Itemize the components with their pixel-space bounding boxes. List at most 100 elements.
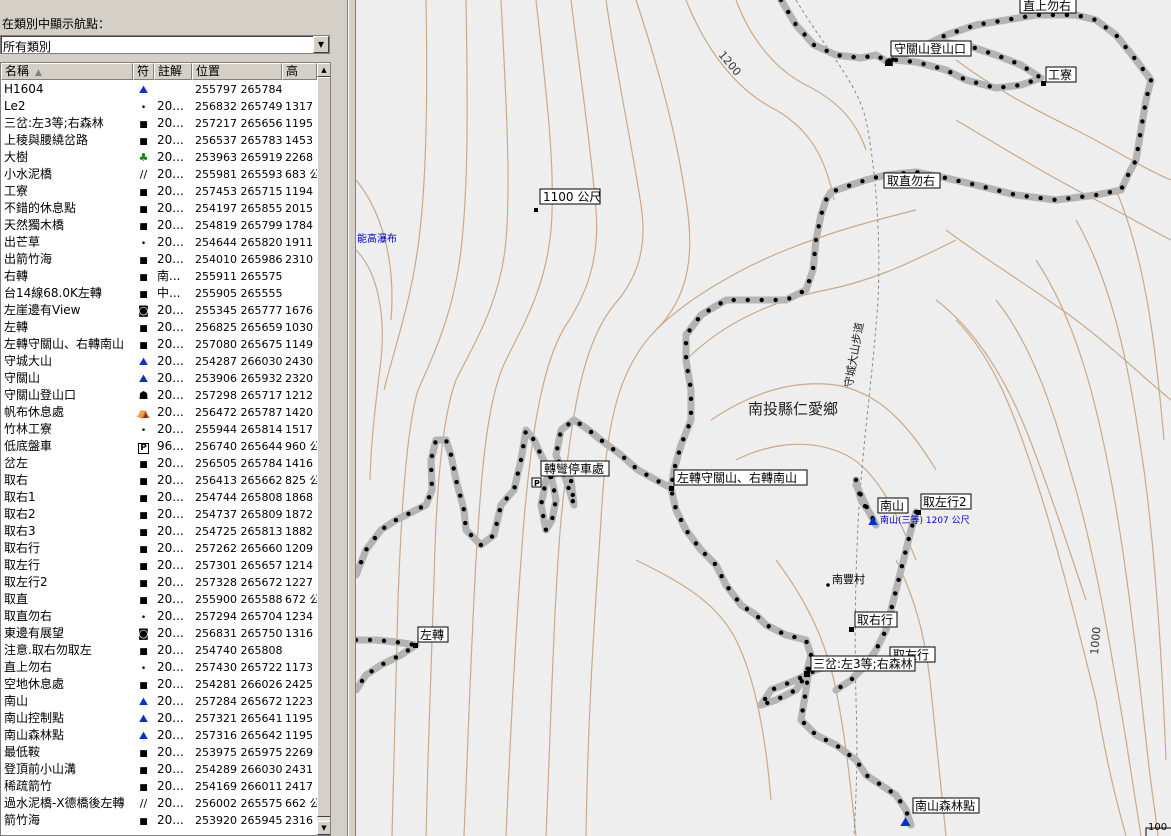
waypoint-row[interactable]: 工寮 ■ 20... 257453 2657151 1194 [1, 183, 317, 200]
vertical-scrollbar[interactable]: ▲ ▼ [317, 63, 330, 835]
waypoint-row[interactable]: 竹林工寮 • 20... 255944 2658145 1517 [1, 421, 317, 438]
column-header-name[interactable]: 名稱 ▲ [1, 63, 133, 80]
track-point [359, 678, 365, 684]
waypoint-row[interactable]: Le2 • 20... 256832 2657498 1317 [1, 98, 317, 115]
track-point [489, 534, 495, 539]
waypoint-row[interactable]: 台14線68.0K左轉 ■ 中... 255905 2655559 [1, 285, 317, 302]
waypoint-row[interactable]: 取左行 ■ 20... 257301 2656575 1214 [1, 557, 317, 574]
waypoint-row[interactable]: 直上勿右 • 20... 257430 2657221 1173 [1, 659, 317, 676]
track-point [568, 478, 574, 484]
waypoint-row[interactable]: 出芒草 • 20... 254644 2658204 1911 [1, 234, 317, 251]
waypoint-row[interactable]: 低底盤車 P 96... 256740 2656448 960 公 [1, 438, 317, 455]
map-waypoint-1100[interactable]: 1100 公尺 [534, 188, 601, 212]
waypoint-name: 大樹 [4, 150, 29, 164]
waypoint-name: 左轉 [4, 320, 29, 334]
waypoint-name: 竹林工寮 [4, 422, 53, 436]
waypoint-row[interactable]: 取直勿右 • 20... 257294 2657046 1234 [1, 608, 317, 625]
waypoint-name: 取左行2 [4, 575, 48, 589]
waypoint-row[interactable]: 東邊有展望 ◙ 20... 256831 2657500 1316 [1, 625, 317, 642]
track-point [819, 210, 824, 215]
waypoint-row[interactable]: 南山控制點 ⛰ 20... 257321 2656418 1195 [1, 710, 317, 727]
map-waypoint-take-left2[interactable]: 取左行2 [916, 493, 972, 515]
track-point [837, 53, 842, 58]
track-point [873, 175, 879, 180]
waypoint-row[interactable]: 不錯的休息點 ■ 20... 254197 2658556 2015 [1, 200, 317, 217]
waypoint-comment: 20... [157, 201, 184, 215]
scrollbar-thumb[interactable] [317, 77, 330, 817]
waypoint-list[interactable]: 名稱 ▲ 符 註解 位置 高 H1604 ⛰ 255797 2657845 Le2 • 20… [0, 62, 331, 836]
waypoint-row[interactable]: 空地休息處 ■ 20... 254281 2660266 2425 [1, 676, 317, 693]
waypoint-row[interactable]: 小水泥橋 // 20... 255981 2655939 683 公 [1, 166, 317, 183]
waypoint-row[interactable]: H1604 ⛰ 255797 2657845 [1, 81, 317, 98]
waypoint-row[interactable]: 取右2 ■ 20... 254737 2658095 1872 [1, 506, 317, 523]
waypoint-rows: H1604 ⛰ 255797 2657845 Le2 • 20... 256832 2657… [1, 81, 317, 829]
waypoint-row[interactable]: 守關山 ⛰ 20... 253906 2659322 2320 [1, 370, 317, 387]
track-point [802, 694, 808, 699]
dot-icon: • [140, 103, 147, 113]
map-waypoint-hut[interactable]: 工寮 [1041, 66, 1077, 86]
waypoint-row[interactable]: 過水泥橋-X德橋後左轉 // 20... 256002 2655754 662 公 [1, 795, 317, 812]
scroll-down-icon[interactable]: ▼ [317, 821, 330, 835]
waypoint-row[interactable]: 最低鞍 ■ 20... 253975 2659757 2269 [1, 744, 317, 761]
square-icon: ■ [139, 324, 148, 334]
column-header-position[interactable]: 位置 [192, 63, 282, 80]
column-header-comment[interactable]: 註解 [154, 63, 192, 80]
waypoint-row[interactable]: 出箭竹海 ■ 20... 254010 2659866 2310 [1, 251, 317, 268]
waypoint-row[interactable]: 左轉 ■ 20... 256825 2656593 1030 [1, 319, 317, 336]
waypoint-row[interactable]: 守城大山 ⛰ 20... 254287 2660304 2430 [1, 353, 317, 370]
waypoint-row[interactable]: 注意.取右勿取左 ■ 20... 254740 2658080 [1, 642, 317, 659]
track-point [444, 439, 449, 444]
waypoint-row[interactable]: 取右 ■ 20... 256413 2656629 825 公 [1, 472, 317, 489]
scroll-up-icon[interactable]: ▲ [317, 63, 330, 77]
category-dropdown[interactable]: 所有類別 ▼ [0, 35, 330, 54]
waypoint-row[interactable]: 右轉 ■ 南... 255911 2655751 [1, 268, 317, 285]
waypoint-row[interactable]: 左崖邊有View ◙ 20... 255345 2657775 1676 [1, 302, 317, 319]
chevron-down-icon[interactable]: ▼ [313, 36, 329, 53]
map-canvas[interactable]: 直上勿右 ☗ 守關山登山口 工寮 取直勿右 1100 公尺 能高瀑布 南投縣仁愛… [356, 0, 1171, 836]
waypoint-row[interactable]: 三岔:左3等;右森林 ■ 20... 257217 2656564 1195 [1, 115, 317, 132]
track-point [942, 175, 948, 180]
topo-map[interactable]: 直上勿右 ☗ 守關山登山口 工寮 取直勿右 1100 公尺 能高瀑布 南投縣仁愛… [356, 0, 1171, 836]
waypoint-row[interactable]: 左轉守關山、右轉南山 ■ 20... 257080 2656750 1149 [1, 336, 317, 353]
waypoint-markers[interactable]: 直上勿右 ☗ 守關山登山口 工寮 取直勿右 1100 公尺 能高瀑布 南投縣仁愛… [357, 0, 1171, 836]
waypoint-row[interactable]: 取左行2 ■ 20... 257328 2656725 1227 [1, 574, 317, 591]
track-point [1024, 194, 1029, 199]
waypoint-row[interactable]: 大樹 ♣ 20... 253963 2659193 2268 [1, 149, 317, 166]
track-point [681, 437, 686, 442]
waypoint-row[interactable]: 登頂前小山溝 ■ 20... 254289 2660304 2431 [1, 761, 317, 778]
waypoint-altitude: 1882 [285, 525, 313, 538]
waypoint-row[interactable]: 箭竹海 ■ 20... 253920 2659453 2316 [1, 812, 317, 829]
track-point [824, 197, 829, 202]
track-point [956, 178, 961, 184]
waypoint-altitude [282, 642, 317, 659]
column-header-symbol[interactable]: 符 [133, 63, 154, 80]
waypoint-comment: 20... [157, 626, 184, 640]
track-point [846, 183, 852, 188]
waypoint-row[interactable]: 南山森林點 ⛰ 20... 257316 2656424 1195 [1, 727, 317, 744]
map-label-low-car: 轉彎停車處 [544, 461, 604, 476]
waypoint-row[interactable]: 取右1 ■ 20... 254744 2658086 1868 [1, 489, 317, 506]
waypoint-row[interactable]: 天然獨木橋 ■ 20... 254819 2657993 1784 [1, 217, 317, 234]
waypoint-name: 空地休息處 [4, 677, 65, 691]
waypoint-row[interactable]: 岔左 ■ 20... 256505 2657847 1416 [1, 455, 317, 472]
map-waypoint-straight-no-right[interactable]: 取直勿右 [883, 172, 941, 189]
waypoint-row[interactable]: 取右行 ■ 20... 257262 2656609 1209 [1, 540, 317, 557]
waypoint-row[interactable]: 守關山登山口 ☗ 20... 257298 2657176 1212 [1, 387, 317, 404]
map-waypoint-junction[interactable]: 左轉守關山、右轉南山 [669, 469, 808, 491]
waypoint-row[interactable]: 南山 ⛰ 20... 257284 2656720 1223 [1, 693, 317, 710]
waypoint-row[interactable]: 稀疏箭竹 ■ 20... 254169 2660119 2417 [1, 778, 317, 795]
map-waypoint-direct-up[interactable]: 直上勿右 [1019, 0, 1077, 14]
waypoint-row[interactable]: 上稜與腰繞岔路 ■ 20... 256537 2657831 1453 [1, 132, 317, 149]
waypoint-row[interactable]: 取右3 ■ 20... 254725 2658137 1882 [1, 523, 317, 540]
waypoint-altitude: 1872 [285, 508, 313, 521]
waypoint-row[interactable]: 帆布休息處 ⛺ 20... 256472 2657877 1420 [1, 404, 317, 421]
track-point [1142, 105, 1147, 110]
waypoint-position: 257262 2656609 [195, 542, 282, 555]
waypoint-row[interactable]: 取直 ■ 20... 255900 2655882 672 公 [1, 591, 317, 608]
panel-splitter[interactable] [348, 0, 356, 836]
track-point [799, 289, 804, 295]
column-header-altitude[interactable]: 高 [282, 63, 317, 80]
track-point [973, 80, 979, 85]
waypoint-altitude: 2269 [285, 746, 313, 759]
waypoint-name: H1604 [4, 82, 44, 96]
